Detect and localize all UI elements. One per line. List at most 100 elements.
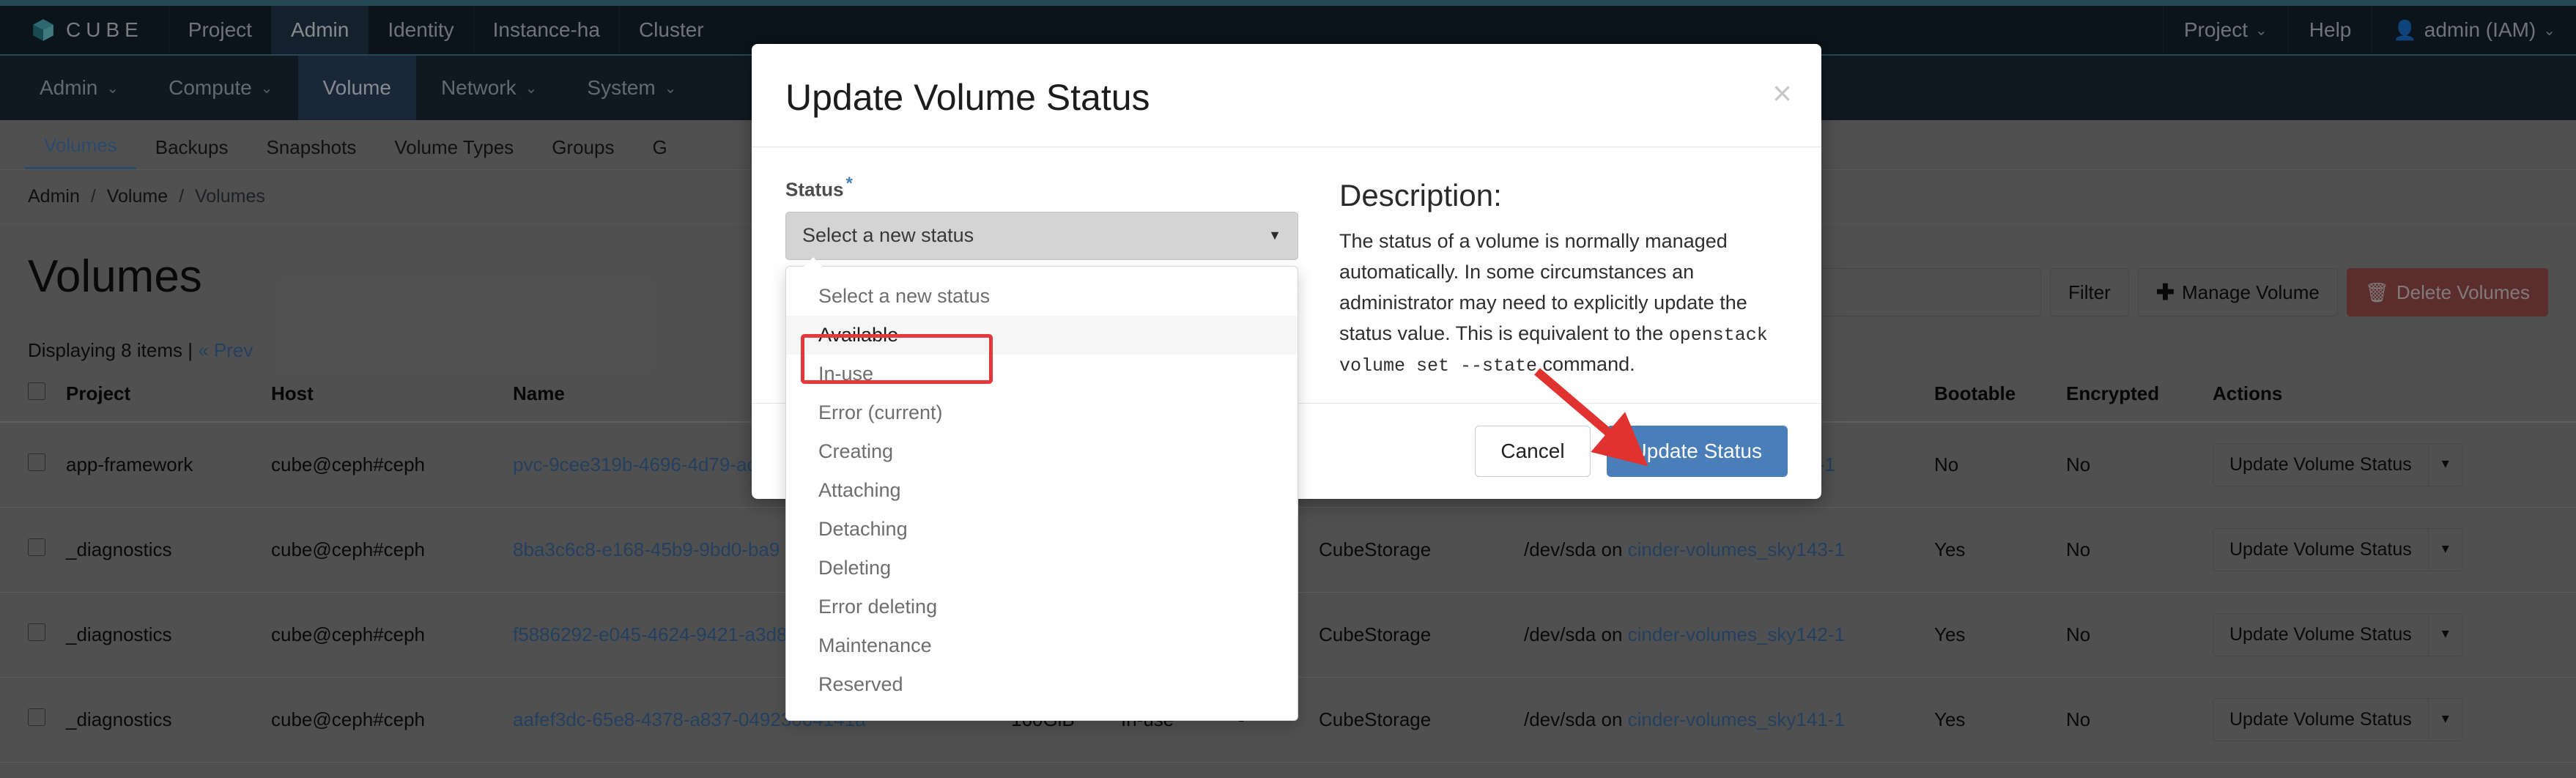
topnav-item-identity[interactable]: Identity xyxy=(368,6,473,54)
tab-volumes[interactable]: Volumes xyxy=(25,134,136,169)
subnav-label: Admin xyxy=(40,76,98,99)
filter-button[interactable]: Filter xyxy=(2050,268,2129,316)
cell-type: CubeStorage xyxy=(1319,592,1524,678)
cell-actions: Update Volume Status ▾ xyxy=(2213,592,2576,678)
update-volume-status-button[interactable]: Update Volume Status xyxy=(2213,529,2429,571)
project-switcher[interactable]: Project ⌄ xyxy=(2162,6,2288,54)
delete-volumes-button[interactable]: 🗑 Delete Volumes xyxy=(2346,268,2548,316)
cell-host: cube@ceph#ceph xyxy=(271,677,513,763)
update-volume-status-button[interactable]: Update Volume Status xyxy=(2213,614,2429,656)
user-menu[interactable]: 👤 admin (IAM) ⌄ xyxy=(2372,6,2576,54)
required-asterisk: * xyxy=(845,174,853,193)
update-volume-status-button[interactable]: Update Volume Status xyxy=(2213,699,2429,741)
status-select[interactable]: Select a new status ▼ xyxy=(785,211,1298,260)
row-checkbox[interactable] xyxy=(28,453,45,471)
description-column: Description: The status of a volume is n… xyxy=(1339,174,1788,381)
cell-bootable: Yes xyxy=(1934,677,2066,763)
attached-device: /dev/sda on xyxy=(1524,538,1628,560)
row-checkbox[interactable] xyxy=(28,623,45,641)
attached-instance-link[interactable]: cinder-volumes_sky143-1 xyxy=(1628,538,1845,560)
dropdown-option-select-a-new-status[interactable]: Select a new status xyxy=(786,277,1298,316)
dropdown-option-detaching[interactable]: Detaching xyxy=(786,510,1298,549)
attached-instance-link[interactable]: cinder-volumes_sky141-1 xyxy=(1628,708,1845,730)
row-action-split-button[interactable]: Update Volume Status ▾ xyxy=(2213,528,2463,571)
chevron-down-icon: ⌄ xyxy=(664,80,677,97)
row-action-split-button[interactable]: Update Volume Status ▾ xyxy=(2213,698,2463,741)
row-checkbox[interactable] xyxy=(28,708,45,726)
dropdown-option-error-deleting[interactable]: Error deleting xyxy=(786,588,1298,626)
prev-page-link[interactable]: « Prev xyxy=(198,339,253,361)
topnav-item-instance-ha[interactable]: Instance-ha xyxy=(473,6,619,54)
topnav-item-admin[interactable]: Admin xyxy=(270,6,369,54)
subnav-item-system[interactable]: System ⌄ xyxy=(562,56,701,120)
breadcrumb-separator: / xyxy=(90,186,96,207)
cell-encrypted: No xyxy=(2066,592,2213,678)
tab-groups[interactable]: Groups xyxy=(533,136,633,169)
volume-name-link[interactable]: pvc-9cee319b-4696-4d79-acb3 xyxy=(513,453,777,475)
cell-host: cube@ceph#ceph xyxy=(271,592,513,678)
cell-attached-to: /dev/sda on cinder-volumes_sky142-1 xyxy=(1524,592,1934,678)
manage-volume-button[interactable]: ✚ Manage Volume xyxy=(2137,268,2338,316)
attached-device: /dev/sda on xyxy=(1524,623,1628,645)
update-status-button[interactable]: Update Status xyxy=(1606,426,1788,478)
col-encrypted[interactable]: Encrypted xyxy=(2066,375,2213,423)
cell-type: CubeStorage xyxy=(1319,507,1524,593)
tab-volume-types[interactable]: Volume Types xyxy=(375,136,533,169)
close-icon[interactable]: × xyxy=(1772,76,1792,110)
description-title: Description: xyxy=(1339,178,1502,212)
subnav-label: System xyxy=(587,76,656,99)
cell-project: _diagnostics xyxy=(66,677,271,763)
dropdown-option-error-current[interactable]: Error (current) xyxy=(786,393,1298,432)
description-text: The status of a volume is normally manag… xyxy=(1339,226,1788,381)
update-volume-status-button[interactable]: Update Volume Status xyxy=(2213,444,2429,486)
cell-project: _diagnostics xyxy=(66,592,271,678)
col-project[interactable]: Project xyxy=(66,375,271,423)
project-switcher-label: Project xyxy=(2183,18,2249,41)
chevron-down-icon[interactable]: ▾ xyxy=(2429,614,2462,656)
tab-group-snapshots[interactable]: G xyxy=(633,136,686,169)
cell-host: cube@ceph#ceph xyxy=(271,422,513,508)
cell-actions: Update Volume Status ▾ xyxy=(2213,507,2576,593)
cancel-button[interactable]: Cancel xyxy=(1475,426,1591,478)
brand[interactable]: CUBE xyxy=(0,6,169,54)
subnav-item-volume[interactable]: Volume xyxy=(297,56,416,120)
breadcrumb-item-volume[interactable]: Volume xyxy=(107,186,168,207)
dropdown-option-creating[interactable]: Creating xyxy=(786,432,1298,471)
select-all-header xyxy=(0,375,66,423)
subnav-label: Network xyxy=(440,76,517,99)
chevron-down-icon[interactable]: ▾ xyxy=(2429,529,2462,571)
col-bootable[interactable]: Bootable xyxy=(1934,375,2066,423)
displaying-count: Displaying 8 items | xyxy=(28,339,193,361)
attached-instance-link[interactable]: cinder-volumes_sky142-1 xyxy=(1628,623,1845,645)
dropdown-option-in-use[interactable]: In-use xyxy=(786,355,1298,393)
subnav-item-network[interactable]: Network ⌄ xyxy=(416,56,562,120)
dropdown-option-deleting[interactable]: Deleting xyxy=(786,549,1298,588)
chevron-down-icon[interactable]: ▾ xyxy=(2429,699,2462,741)
row-checkbox[interactable] xyxy=(28,538,45,556)
cell-project: app-framework xyxy=(66,422,271,508)
breadcrumb-item-volumes: Volumes xyxy=(194,186,265,207)
volume-name-link[interactable]: 8ba3c6c8-e168-45b9-9bd0-ba9 xyxy=(513,538,780,560)
dropdown-option-maintenance[interactable]: Maintenance xyxy=(786,626,1298,665)
dropdown-option-available[interactable]: Available xyxy=(786,315,1298,355)
topnav-item-project[interactable]: Project xyxy=(168,6,271,54)
dropdown-option-reserved[interactable]: Reserved xyxy=(786,665,1298,704)
tab-backups[interactable]: Backups xyxy=(136,136,248,169)
cell-host: cube@ceph#ceph xyxy=(271,507,513,593)
modal-body: Status * Select a new status ▼ Select a n… xyxy=(752,147,1821,721)
help-link[interactable]: Help xyxy=(2287,6,2372,54)
tab-snapshots[interactable]: Snapshots xyxy=(247,136,375,169)
cell-actions: Update Volume Status ▾ xyxy=(2213,677,2576,763)
subnav-item-compute[interactable]: Compute ⌄ xyxy=(144,56,297,120)
col-host[interactable]: Host xyxy=(271,375,513,423)
topnav-item-cluster[interactable]: Cluster xyxy=(618,6,723,54)
dropdown-option-attaching[interactable]: Attaching xyxy=(786,471,1298,510)
subnav-item-admin[interactable]: Admin ⌄ xyxy=(15,56,144,120)
chevron-down-icon[interactable]: ▾ xyxy=(2429,444,2462,486)
row-action-split-button[interactable]: Update Volume Status ▾ xyxy=(2213,443,2463,486)
trash-icon: 🗑 xyxy=(2364,281,2389,303)
cell-bootable: Yes xyxy=(1934,592,2066,678)
select-all-checkbox[interactable] xyxy=(28,382,45,400)
row-action-split-button[interactable]: Update Volume Status ▾ xyxy=(2213,613,2463,656)
breadcrumb-item-admin[interactable]: Admin xyxy=(28,186,80,207)
